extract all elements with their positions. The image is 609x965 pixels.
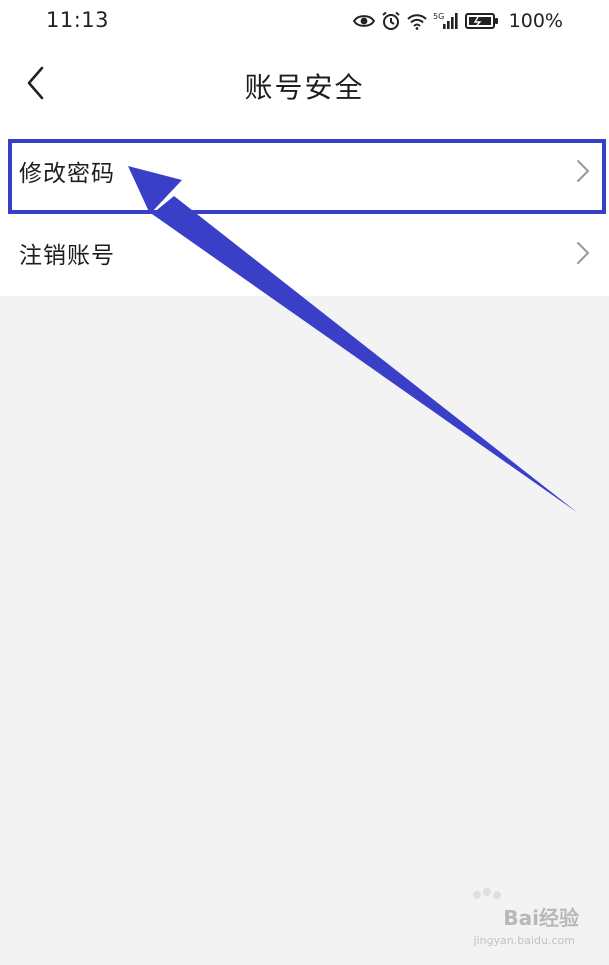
status-bar: 11:13 5G 100% [0,0,609,42]
battery-icon [464,12,499,30]
change-password-label: 修改密码 [19,161,115,187]
nav-bar: 账号安全 [0,42,609,132]
eye-icon [352,13,375,29]
change-password-item[interactable]: 修改密码 [0,132,609,214]
alarm-icon [381,11,401,31]
screen: 11:13 5G 100% 账号安全 修改密码 注销账号 Bai经验 jingy… [0,0,609,965]
watermark-subtext: jingyan.baidu.com [473,934,575,947]
delete-account-label: 注销账号 [19,243,115,269]
battery-percent: 100% [508,10,563,32]
signal-5g-icon: 5G [433,11,459,31]
settings-list: 修改密码 注销账号 [0,132,609,296]
status-time: 11:13 [46,8,110,32]
watermark-text: Bai经验 [503,906,579,930]
page-title: 账号安全 [244,71,365,104]
wifi-icon [406,13,427,30]
chevron-right-icon [575,158,591,188]
delete-account-item[interactable]: 注销账号 [0,214,609,296]
chevron-right-icon [575,240,591,270]
svg-text:5G: 5G [433,12,444,21]
status-icons: 5G 100% [352,9,563,33]
